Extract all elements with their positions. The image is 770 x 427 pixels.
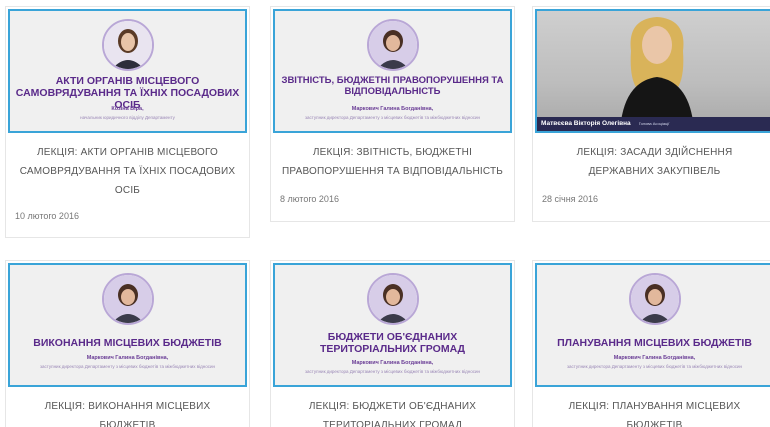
lecture-card[interactable]: ПЛАНУВАННЯ МІСЦЕВИХ БЮДЖЕТІВ Маркович Га… (532, 260, 770, 427)
lecture-title[interactable]: ЛЕКЦІЯ: ЗВІТНІСТЬ, БЮДЖЕТНІ ПРАВОПОРУШЕН… (281, 143, 504, 181)
lecture-title[interactable]: ЛЕКЦІЯ: БЮДЖЕТИ ОБ'ЄДНАНИХ ТЕРИТОРІАЛЬНИ… (281, 397, 504, 427)
speaker-avatar (101, 273, 154, 325)
lecture-date: 8 лютого 2016 (280, 194, 339, 204)
lecture-thumbnail[interactable]: БЮДЖЕТИ ОБ'ЄДНАНИХ ТЕРИТОРІАЛЬНИХ ГРОМАД… (273, 263, 512, 387)
lecture-thumbnail[interactable]: ПЛАНУВАННЯ МІСЦЕВИХ БЮДЖЕТІВ Маркович Га… (535, 263, 770, 387)
lecture-title[interactable]: ЛЕКЦІЯ: ПЛАНУВАННЯ МІСЦЕВИХ БЮДЖЕТІВ (543, 397, 766, 427)
lecture-thumbnail[interactable]: Матвєєва Вікторія Олегівна Голова Асоціац… (535, 9, 770, 133)
lecture-thumbnail[interactable]: ЗВІТНІСТЬ, БЮДЖЕТНІ ПРАВОПОРУШЕННЯ ТА ВІ… (273, 9, 512, 133)
thumbnail-subtitle: заступник директора Департаменту з місце… (566, 364, 743, 369)
lecture-card[interactable]: БЮДЖЕТИ ОБ'ЄДНАНИХ ТЕРИТОРІАЛЬНИХ ГРОМАД… (270, 260, 515, 427)
lecture-card[interactable]: ВИКОНАННЯ МІСЦЕВИХ БЮДЖЕТІВ Маркович Гал… (5, 260, 250, 427)
lecture-title[interactable]: ЛЕКЦІЯ: ЗАСАДИ ЗДІЙСНЕННЯ ДЕРЖАВНИХ ЗАКУ… (543, 143, 766, 181)
thumbnail-author: Маркович Галина Богданівна, (351, 106, 434, 112)
thumbnail-subtitle: заступник директора Департаменту з місце… (39, 364, 216, 369)
thumbnail-author: Маркович Галина Богданівна, (351, 360, 434, 366)
lecture-date: 10 лютого 2016 (15, 211, 79, 221)
lecture-thumbnail[interactable]: ВИКОНАННЯ МІСЦЕВИХ БЮДЖЕТІВ Маркович Гал… (8, 263, 247, 387)
thumbnail-subtitle: начальник юридичного відділу Департамент… (80, 115, 175, 120)
thumbnail-title: ЗВІТНІСТЬ, БЮДЖЕТНІ ПРАВОПОРУШЕННЯ ТА ВІ… (281, 75, 504, 97)
speaker-video-frame (617, 11, 697, 126)
lecture-card[interactable]: АКТИ ОРГАНІВ МІСЦЕВОГО САМОВРЯДУВАННЯ ТА… (5, 6, 250, 238)
thumbnail-author: Козіна Віра, (111, 106, 144, 112)
lecture-grid: АКТИ ОРГАНІВ МІСЦЕВОГО САМОВРЯДУВАННЯ ТА… (0, 0, 770, 427)
thumbnail-author: Маркович Галина Богданівна, (613, 355, 696, 361)
thumbnail-title: ПЛАНУВАННЯ МІСЦЕВИХ БЮДЖЕТІВ (557, 337, 752, 349)
lecture-title[interactable]: ЛЕКЦІЯ: ВИКОНАННЯ МІСЦЕВИХ БЮДЖЕТІВ (16, 397, 239, 427)
speaker-name: Матвєєва Вікторія Олегівна (541, 120, 631, 127)
thumbnail-author: Маркович Галина Богданівна, (86, 355, 169, 361)
speaker-avatar (101, 19, 154, 71)
lecture-title[interactable]: ЛЕКЦІЯ: АКТИ ОРГАНІВ МІСЦЕВОГО САМОВРЯДУ… (16, 143, 239, 200)
speaker-avatar (366, 19, 419, 71)
thumbnail-subtitle: заступник директора Департаменту з місце… (304, 369, 481, 374)
lecture-date: 28 січня 2016 (542, 194, 599, 204)
speaker-lower-third: Матвєєва Вікторія Олегівна Голова Асоціац… (537, 117, 770, 131)
speaker-avatar (628, 273, 681, 325)
lecture-card[interactable]: Матвєєва Вікторія Олегівна Голова Асоціац… (532, 6, 770, 222)
speaker-avatar (366, 273, 419, 325)
thumbnail-title: ВИКОНАННЯ МІСЦЕВИХ БЮДЖЕТІВ (33, 337, 222, 349)
lecture-thumbnail[interactable]: АКТИ ОРГАНІВ МІСЦЕВОГО САМОВРЯДУВАННЯ ТА… (8, 9, 247, 133)
lecture-card[interactable]: ЗВІТНІСТЬ, БЮДЖЕТНІ ПРАВОПОРУШЕННЯ ТА ВІ… (270, 6, 515, 222)
thumbnail-subtitle: заступник директора Департаменту з місце… (304, 115, 481, 120)
thumbnail-title: БЮДЖЕТИ ОБ'ЄДНАНИХ ТЕРИТОРІАЛЬНИХ ГРОМАД (319, 331, 466, 355)
speaker-role: Голова Асоціації (638, 121, 670, 126)
